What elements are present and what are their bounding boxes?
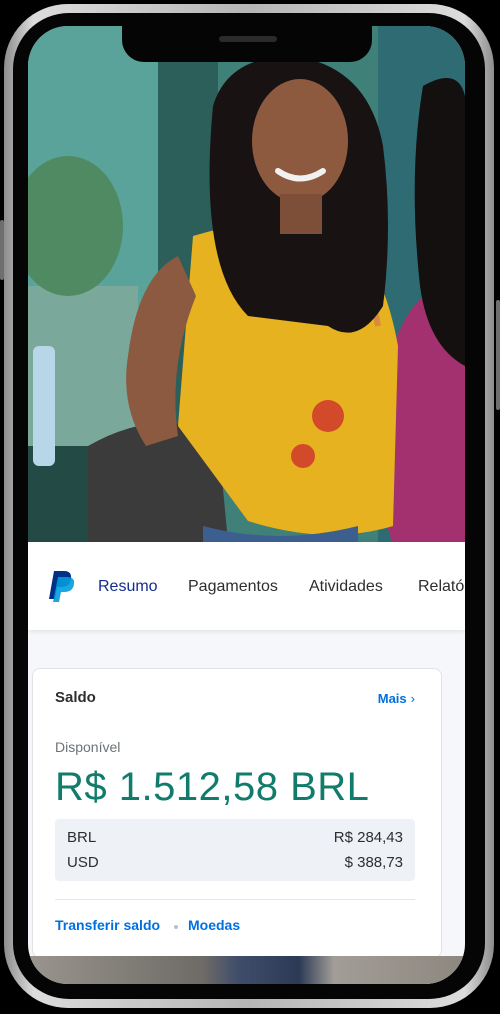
- tab-relatorios[interactable]: Relató: [418, 578, 464, 596]
- notch: [122, 26, 372, 62]
- photo: [28, 26, 465, 542]
- volume-button: [0, 220, 4, 280]
- currency-value: $ 388,73: [344, 854, 403, 871]
- phone-screen: Resumo Pagamentos Atividades Relató Sald…: [28, 26, 465, 984]
- power-button: [496, 300, 500, 410]
- photo-bottom-strip: [28, 956, 465, 984]
- more-link[interactable]: Mais ›: [378, 691, 415, 706]
- currency-code: USD: [67, 854, 99, 871]
- balance-amount: R$ 1.512,58 BRL: [55, 765, 370, 809]
- divider: [55, 899, 415, 900]
- available-label: Disponível: [55, 739, 121, 755]
- currencies-link[interactable]: Moedas: [188, 917, 240, 933]
- currency-value: R$ 284,43: [333, 829, 403, 846]
- chevron-right-icon: ›: [410, 691, 415, 706]
- photo-illustration: [28, 26, 465, 542]
- more-label: Mais: [377, 691, 407, 706]
- card-title: Saldo: [55, 689, 96, 706]
- separator-dot: [174, 925, 178, 929]
- currency-breakdown: BRL R$ 284,43 USD $ 388,73: [55, 819, 415, 881]
- tab-atividades[interactable]: Atividades: [309, 578, 383, 596]
- currency-code: BRL: [67, 829, 97, 846]
- balance-card: Saldo Mais › Disponível R$ 1.512,58 BRL B…: [32, 668, 442, 958]
- currency-row: USD $ 388,73: [67, 854, 403, 871]
- transfer-balance-link[interactable]: Transferir saldo: [55, 917, 160, 933]
- tab-pagamentos[interactable]: Pagamentos: [188, 578, 278, 596]
- speaker-icon: [219, 36, 277, 42]
- currency-row: BRL R$ 284,43: [67, 829, 403, 846]
- tab-resumo[interactable]: Resumo: [98, 578, 158, 596]
- paypal-logo-icon: [49, 571, 75, 602]
- top-navigation: Resumo Pagamentos Atividades Relató: [28, 542, 465, 630]
